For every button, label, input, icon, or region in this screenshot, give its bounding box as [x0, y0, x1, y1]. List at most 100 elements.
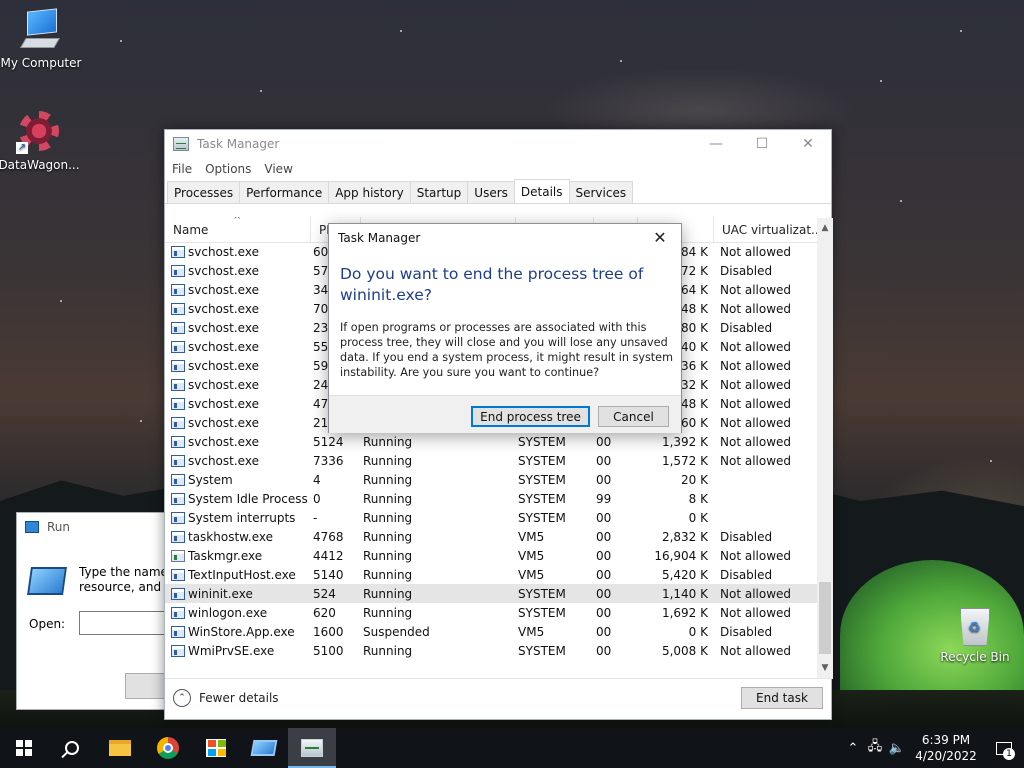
status-cell: Running — [363, 605, 413, 620]
memory-cell: 0 K — [688, 510, 708, 525]
desktop-icon-my-computer[interactable]: My Computer — [0, 8, 82, 70]
table-row[interactable]: Taskmgr.exe 4412 Running VM5 00 16,904 K Not a… — [165, 546, 817, 565]
end-task-button[interactable]: End task — [741, 687, 823, 709]
process-name: svchost.exe — [188, 415, 259, 430]
minimize-button[interactable]: — — [693, 130, 739, 158]
desktop-icon-datawagon[interactable]: ↗ DataWagon... — [0, 108, 80, 172]
taskbar-store[interactable] — [192, 728, 240, 768]
table-row[interactable]: svchost.exe 5124 Running SYSTEM 00 1,392 K Not… — [165, 432, 817, 451]
close-button[interactable]: ✕ — [785, 130, 831, 158]
tab-processes[interactable]: Processes — [167, 181, 241, 203]
task-manager-titlebar[interactable]: Task Manager — ☐ ✕ — [165, 130, 831, 158]
process-name: taskhostw.exe — [188, 529, 273, 544]
process-name-cell: svchost.exe — [165, 397, 311, 411]
column-header-name[interactable]: Name ^ — [165, 217, 311, 243]
cpu-cell: 00 — [596, 434, 612, 449]
clock-time: 6:39 PM — [921, 733, 971, 747]
tab-users[interactable]: Users — [467, 181, 515, 203]
uac-cell: Not allowed — [720, 301, 792, 316]
start-button[interactable] — [0, 728, 48, 768]
run-titlebar[interactable]: Run — [17, 513, 175, 541]
process-icon — [171, 549, 185, 562]
memory-cell: 1,140 K — [661, 586, 708, 601]
task-manager-footer: ⌃ Fewer details End task — [165, 678, 833, 721]
process-icon — [171, 568, 185, 581]
taskbar-task-manager[interactable] — [288, 728, 336, 768]
tab-details[interactable]: Details — [513, 179, 570, 203]
uac-cell: Not allowed — [720, 548, 792, 563]
memory-cell: 16,904 K — [654, 548, 708, 563]
dialog-close-icon[interactable]: ✕ — [645, 226, 675, 250]
taskbar-file-explorer[interactable] — [96, 728, 144, 768]
pid-cell: 0 — [313, 491, 321, 506]
column-header-uac[interactable]: UAC virtualizat... — [714, 217, 817, 243]
desktop-icon-recycle-bin[interactable]: ♻ Recycle Bin — [934, 602, 1016, 664]
status-cell: Running — [363, 643, 413, 658]
sort-up-icon: ^ — [233, 217, 242, 226]
process-name: svchost.exe — [188, 244, 259, 259]
uac-cell: Not allowed — [720, 396, 792, 411]
cancel-button[interactable]: Cancel — [598, 406, 669, 427]
vertical-scrollbar[interactable]: ▲ ▼ — [817, 218, 833, 678]
scroll-down-icon[interactable]: ▼ — [817, 660, 833, 676]
computer-icon — [19, 8, 63, 52]
table-row[interactable]: wininit.exe 524 Running SYSTEM 00 1,140 K Not … — [165, 584, 817, 603]
status-cell: Suspended — [363, 624, 430, 639]
table-row[interactable]: winlogon.exe 620 Running SYSTEM 00 1,692 K Not… — [165, 603, 817, 622]
process-name: TextInputHost.exe — [188, 567, 296, 582]
status-cell: Running — [363, 567, 413, 582]
taskbar-chrome[interactable] — [144, 728, 192, 768]
uac-cell: Not allowed — [720, 453, 792, 468]
chevron-up-icon[interactable]: ⌃ — [842, 741, 864, 756]
table-row[interactable]: taskhostw.exe 4768 Running VM5 00 2,832 K Disa… — [165, 527, 817, 546]
table-row[interactable]: WmiPrvSE.exe 5100 Running SYSTEM 00 5,008 K No… — [165, 641, 817, 660]
desktop-icon-label: Recycle Bin — [940, 650, 1010, 664]
menu-options[interactable]: Options — [204, 162, 259, 176]
tab-services[interactable]: Services — [568, 181, 634, 203]
table-row[interactable]: System Idle Process 0 Running SYSTEM 99 8 K — [165, 489, 817, 508]
uac-cell: Disabled — [720, 263, 773, 278]
table-row[interactable]: svchost.exe 7336 Running SYSTEM 00 1,572 K Not… — [165, 451, 817, 470]
process-name-cell: svchost.exe — [165, 454, 311, 468]
process-name: svchost.exe — [188, 320, 259, 335]
run-large-icon — [27, 567, 67, 595]
network-icon[interactable]: 🖧 — [864, 737, 886, 759]
cpu-cell: 00 — [596, 643, 612, 658]
process-name: System interrupts — [188, 510, 296, 525]
pid-cell: 4768 — [313, 529, 344, 544]
run-dialog[interactable]: Run Type the name o resource, and W Open… — [16, 512, 185, 710]
process-name: svchost.exe — [188, 377, 259, 392]
end-process-tree-button[interactable]: End process tree — [471, 406, 590, 427]
maximize-button[interactable]: ☐ — [739, 130, 785, 158]
tab-app-history[interactable]: App history — [328, 181, 411, 203]
fewer-details-button[interactable]: ⌃ Fewer details — [173, 689, 279, 707]
tab-startup[interactable]: Startup — [409, 181, 469, 203]
run-icon — [250, 740, 278, 756]
cpu-cell: 00 — [596, 605, 612, 620]
user-cell: VM5 — [518, 567, 545, 582]
taskbar-run[interactable] — [240, 728, 288, 768]
table-row[interactable]: System interrupts - Running SYSTEM 00 0 K — [165, 508, 817, 527]
menu-file[interactable]: File — [171, 162, 200, 176]
process-name: System Idle Process — [188, 491, 308, 506]
action-center-button[interactable]: 1 — [984, 728, 1024, 768]
process-name: winlogon.exe — [188, 605, 268, 620]
process-name-cell: svchost.exe — [165, 245, 311, 259]
memory-cell: 2,832 K — [661, 529, 708, 544]
uac-cell: Not allowed — [720, 643, 792, 658]
process-icon — [171, 321, 185, 334]
tab-strip: Processes Performance App history Startu… — [165, 179, 831, 204]
scroll-thumb[interactable] — [819, 582, 831, 654]
tab-performance[interactable]: Performance — [239, 181, 330, 203]
table-row[interactable]: WinStore.App.exe 1600 Suspended VM5 00 0 K Dis… — [165, 622, 817, 641]
menu-view[interactable]: View — [263, 162, 300, 176]
clock[interactable]: 6:39 PM 4/20/2022 — [908, 732, 984, 764]
process-icon — [171, 340, 185, 353]
end-process-tree-dialog[interactable]: Task Manager ✕ Do you want to end the pr… — [328, 223, 682, 433]
search-button[interactable] — [48, 728, 96, 768]
scroll-up-icon[interactable]: ▲ — [817, 220, 833, 236]
table-row[interactable]: System 4 Running SYSTEM 00 20 K — [165, 470, 817, 489]
dialog-button-bar: End process tree Cancel — [329, 395, 681, 433]
table-row[interactable]: TextInputHost.exe 5140 Running VM5 00 5,420 K… — [165, 565, 817, 584]
volume-icon[interactable]: 🔈 — [886, 741, 908, 756]
